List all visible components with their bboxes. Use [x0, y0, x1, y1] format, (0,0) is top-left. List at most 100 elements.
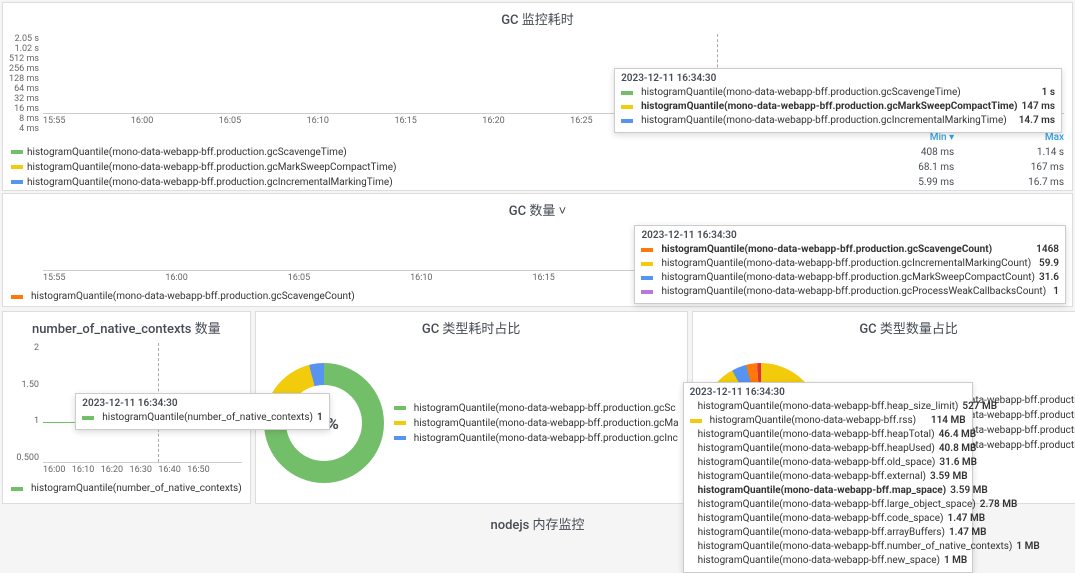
axis-tick: 32 ms	[3, 94, 39, 104]
tooltip-row: histogramQuantile(mono-data-webapp-bff.r…	[690, 414, 966, 428]
legend-max: 1.14 s	[962, 145, 1072, 160]
tooltip-row: histogramQuantile(mono-data-webapp-bff.p…	[641, 271, 1059, 285]
legend-label: histogramQuantile(mono-data-webapp-bff.p…	[27, 147, 347, 158]
legend-row[interactable]: histogramQuantile(mono-data-webapp-bff.p…	[3, 175, 1072, 190]
axis-tick: 15:55	[43, 273, 65, 283]
legend-label: histogramQuantile(mono-data-webapp-bff.p…	[414, 431, 678, 446]
tooltip: 2023-12-11 16:34:30 histogramQuantile(nu…	[75, 393, 329, 430]
tooltip: 2023-12-11 16:34:30 histogramQuantile(mo…	[614, 68, 1062, 133]
y-axis: 2 1.50 1 0.500	[3, 343, 43, 463]
tooltip-value: 1	[317, 411, 323, 425]
legend-row[interactable]: histogramQuantile(mono-data-webapp-bff.p…	[394, 416, 679, 431]
tooltip-row: histogramQuantile(mono-data-webapp-bff.p…	[621, 100, 1055, 114]
tooltip-row: histogramQuantile(mono-data-webapp-bff.l…	[690, 498, 966, 512]
axis-tick: 512 ms	[3, 54, 39, 64]
col-min[interactable]: Min	[930, 132, 947, 143]
tooltip-label: histogramQuantile(mono-data-webapp-bff.o…	[698, 456, 936, 470]
legend-table: Min ▾Max histogramQuantile(mono-data-web…	[3, 130, 1072, 190]
tooltip: 2023-12-11 16:34:30 histogramQuantile(mo…	[634, 225, 1066, 304]
panel-gc-time: GC 监控耗时 2.05 s1.02 s512 ms256 ms128 ms64…	[2, 2, 1073, 191]
axis-tick: 1.50	[3, 380, 39, 390]
y-axis	[3, 225, 43, 271]
tooltip-row: histogramQuantile(mono-data-webapp-bff.p…	[621, 114, 1055, 128]
legend-max: 167 ms	[962, 160, 1072, 175]
legend-row[interactable]: histogramQuantile(mono-data-webapp-bff.p…	[394, 401, 679, 416]
axis-tick: 1	[3, 416, 39, 426]
axis-tick: 16:05	[288, 273, 310, 283]
chevron-down-icon[interactable]: ˅	[559, 204, 567, 219]
axis-tick: 8 ms	[3, 114, 39, 124]
swatch	[11, 165, 23, 169]
panel-gc-count: GC 数量 ˅ 2023-12-11 16:34:30 histogramQua…	[2, 193, 1073, 307]
axis-tick: 16 ms	[3, 104, 39, 114]
tooltip-value: 1.47 MB	[948, 512, 986, 526]
axis-tick: 16:10	[410, 273, 432, 283]
swatch	[11, 150, 23, 154]
tooltip-value: 1	[1053, 285, 1059, 299]
tooltip-value: 1468	[1036, 243, 1059, 257]
tooltip-row: histogramQuantile(mono-data-webapp-bff.o…	[690, 456, 966, 470]
tooltip-label: histogramQuantile(mono-data-webapp-bff.p…	[661, 257, 1031, 271]
tooltip-value: 14.7 ms	[1019, 114, 1055, 128]
axis-tick: 2	[3, 343, 39, 353]
tooltip-row: histogramQuantile(mono-data-webapp-bff.h…	[690, 442, 966, 456]
axis-tick: 15:55	[43, 116, 65, 126]
tooltip-value: 147 ms	[1022, 100, 1055, 114]
tooltip-value: 1 MB	[1016, 540, 1039, 554]
legend-row[interactable]: histogramQuantile(mono-data-webapp-bff.p…	[3, 160, 1072, 175]
tooltip-time: 2023-12-11 16:34:30	[621, 73, 1055, 84]
swatch	[621, 105, 633, 109]
chart-area[interactable]: 2.05 s1.02 s512 ms256 ms128 ms64 ms32 ms…	[3, 34, 1072, 114]
swatch	[641, 262, 653, 266]
tooltip-value: 40.8 MB	[939, 442, 977, 456]
y-axis: 2.05 s1.02 s512 ms256 ms128 ms64 ms32 ms…	[3, 34, 43, 114]
axis-tick: 16:00	[43, 465, 65, 475]
axis-tick: 16:20	[101, 465, 123, 475]
sort-icon: ▾	[949, 132, 954, 143]
tooltip-value: 3.59 MB	[950, 484, 988, 498]
panel-title: GC 监控耗时	[3, 3, 1072, 34]
tooltip-label: histogramQuantile(mono-data-webapp-bff.h…	[698, 442, 935, 456]
tooltip-row: histogramQuantile(mono-data-webapp-bff.m…	[690, 484, 966, 498]
axis-tick: 16:00	[131, 116, 153, 126]
axis-tick: 2.05 s	[3, 34, 39, 44]
axis-tick: 4 ms	[3, 124, 39, 134]
panel-title: GC 类型耗时占比	[256, 312, 687, 343]
swatch	[621, 119, 633, 123]
panel-title: number_of_native_contexts 数量	[3, 312, 250, 343]
tooltip-time: 2023-12-11 16:34:30	[641, 230, 1059, 241]
axis-tick: 16:00	[165, 273, 187, 283]
swatch	[641, 290, 653, 294]
tooltip-value: 114 MB	[931, 414, 966, 428]
tooltip-label: histogramQuantile(mono-data-webapp-bff.n…	[698, 554, 940, 568]
legend-label: histogramQuantile(number_of_native_conte…	[31, 483, 242, 494]
tooltip-label: histogramQuantile(mono-data-webapp-bff.n…	[698, 540, 1013, 554]
chart-area[interactable]: 21.5010.500 2023-12-11 16:34:30 histogra…	[3, 343, 250, 463]
tooltip-row: histogramQuantile(mono-data-webapp-bff.p…	[641, 285, 1059, 299]
legend-row[interactable]: histogramQuantile(number_of_native_conte…	[3, 479, 250, 498]
axis-tick: 64 ms	[3, 84, 39, 94]
tooltip-label: histogramQuantile(mono-data-webapp-bff.l…	[698, 498, 976, 512]
swatch	[621, 91, 633, 95]
legend-label: histogramQuantile(mono-data-webapp-bff.p…	[27, 162, 397, 173]
tooltip-value: 2.78 MB	[980, 498, 1018, 512]
panel-title: GC 数量 ˅	[3, 194, 1072, 225]
axis-tick: 1.02 s	[3, 44, 39, 54]
legend-label: histogramQuantile(mono-data-webapp-bff.p…	[414, 401, 676, 416]
tooltip-value: 1.47 MB	[949, 526, 987, 540]
legend-row[interactable]: histogramQuantile(mono-data-webapp-bff.p…	[394, 431, 679, 446]
axis-tick: 16:05	[219, 116, 241, 126]
swatch	[641, 276, 653, 280]
axis-tick: 0.500	[3, 453, 39, 463]
axis-tick: 128 ms	[3, 74, 39, 84]
tooltip-time: 2023-12-11 16:34:30	[82, 398, 322, 409]
tooltip-label: histogramQuantile(mono-data-webapp-bff.r…	[710, 414, 917, 428]
legend-row[interactable]: histogramQuantile(mono-data-webapp-bff.p…	[3, 145, 1072, 160]
tooltip-value: 59.9	[1039, 257, 1059, 271]
swatch	[394, 406, 406, 410]
tooltip-row: histogramQuantile(number_of_native_conte…	[82, 411, 322, 425]
chart-area[interactable]: 2023-12-11 16:34:30 histogramQuantile(mo…	[3, 225, 1072, 271]
legend-min: 68.1 ms	[852, 160, 962, 175]
axis-tick: 16:30	[130, 465, 152, 475]
swatch	[394, 421, 406, 425]
